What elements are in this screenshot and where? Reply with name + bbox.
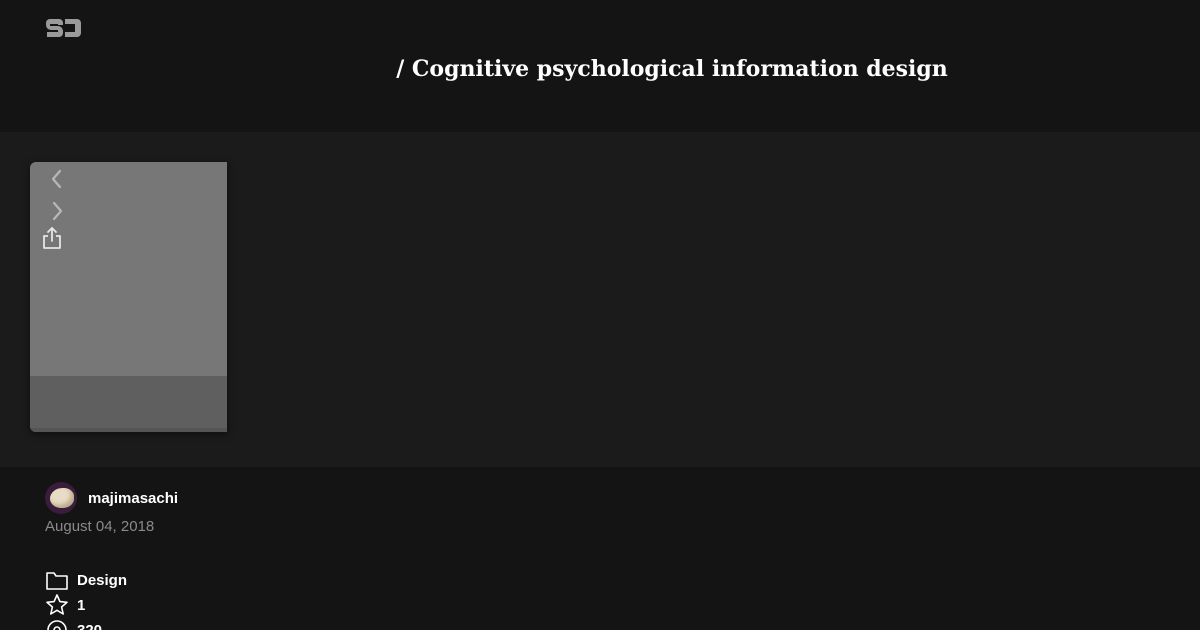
slide-stage (0, 132, 1200, 467)
page-title: / Cognitive psychological information de… (0, 56, 1200, 82)
category-link[interactable]: Design (45, 568, 127, 592)
slide-footer-band (30, 376, 227, 432)
star-count[interactable]: 1 (45, 593, 85, 617)
author-name[interactable]: majimasachi (88, 490, 178, 507)
publish-date: August 04, 2018 (45, 518, 155, 535)
avatar-image (50, 488, 74, 508)
author-link[interactable]: majimasachi (45, 482, 178, 514)
chevron-right-icon[interactable] (46, 200, 68, 222)
header: / Cognitive psychological information de… (0, 0, 1200, 132)
category-label[interactable]: Design (77, 572, 127, 589)
share-icon[interactable] (41, 226, 63, 250)
slide-progress-track (30, 428, 227, 432)
star-count-value: 1 (77, 596, 86, 614)
folder-icon (45, 568, 69, 592)
star-icon (45, 593, 69, 617)
slide-viewer[interactable] (30, 162, 227, 432)
view-count-value: 320 (77, 621, 103, 630)
speakerdeck-logo-icon[interactable] (45, 16, 83, 40)
eye-icon (45, 618, 69, 630)
chevron-left-icon[interactable] (46, 168, 68, 190)
deck-title: / Cognitive psychological information de… (396, 56, 948, 82)
avatar[interactable] (45, 482, 77, 514)
view-count: 320 (45, 618, 102, 630)
